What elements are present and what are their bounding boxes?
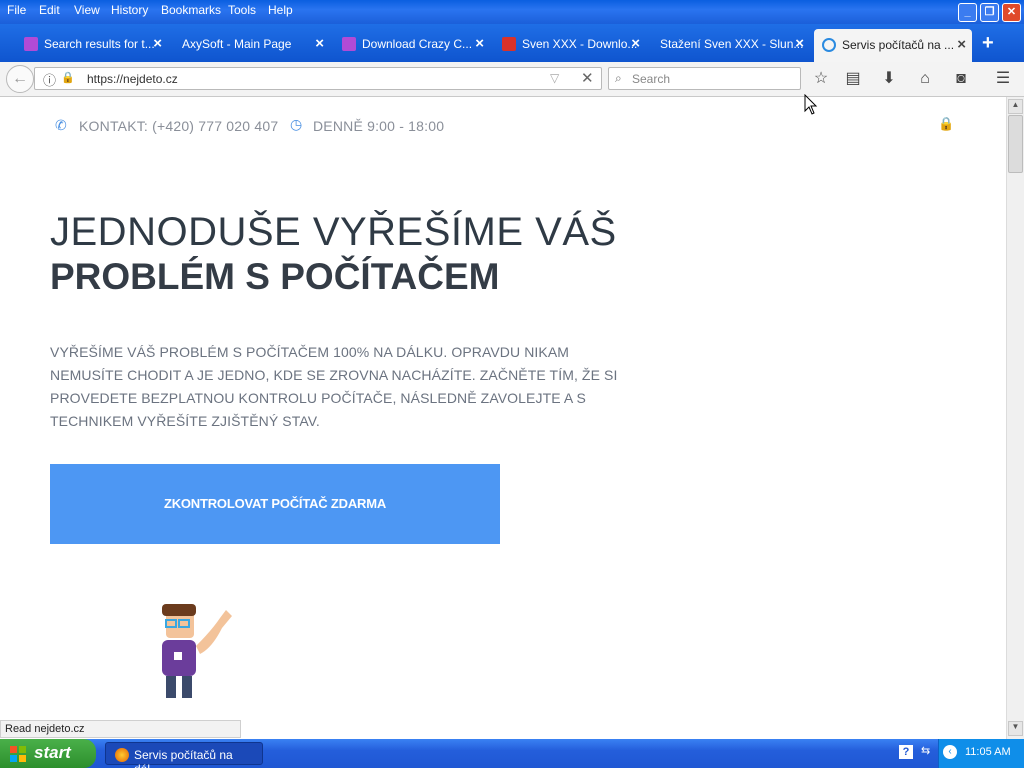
close-window-button[interactable]: ✕ [1002,3,1021,22]
reading-list-icon[interactable]: ▤ [842,68,864,90]
tab-label: Download Crazy C... [362,37,473,51]
search-icon: ⌕ [615,71,622,85]
close-tab-icon[interactable]: × [315,35,324,52]
menu-tools[interactable]: Tools [228,3,256,17]
contact-text: KONTAKT: (+420) 777 020 407 [79,118,279,134]
tab-axysoft[interactable]: AxySoft - Main Page × [170,30,330,58]
minimize-button[interactable]: _ [958,3,977,22]
tab-favicon-icon [24,37,38,51]
tab-label: Stažení Sven XXX - Slun... [660,37,804,51]
url-text[interactable]: https://nejdeto.cz [87,72,178,86]
stop-icon[interactable]: ✕ [581,69,594,87]
tray-expand-icon[interactable]: ‹ [943,745,957,759]
menu-file[interactable]: File [7,3,26,17]
tab-label: AxySoft - Main Page [182,37,292,51]
tab-search-results[interactable]: Search results for t... × [16,30,168,58]
technician-illustration [162,604,232,698]
close-tab-icon[interactable]: × [153,35,162,52]
start-label: start [34,743,71,762]
menu-view[interactable]: View [74,3,100,17]
tab-download-crazy[interactable]: Download Crazy C... × [334,30,490,58]
new-tab-icon[interactable]: + [982,32,994,55]
status-text: Read nejdeto.cz [0,720,241,738]
close-tab-icon[interactable]: × [631,35,640,52]
home-icon[interactable]: ⌂ [914,68,936,90]
tab-label: Search results for t... [44,37,155,51]
bookmark-star-icon[interactable]: ☆ [810,68,832,90]
vertical-scrollbar[interactable]: ▲ ▼ [1006,97,1024,739]
firefox-icon [115,748,129,762]
clock-text: 11:05 AM [965,746,1011,758]
close-tab-icon[interactable]: × [957,36,966,53]
hero-paragraph: VYŘEŠÍME VÁŠ PROBLÉM S POČÍTAČEM 100% NA… [50,344,618,429]
tab-favicon-icon [502,37,516,51]
clock-icon: ◷ [290,116,303,132]
phone-icon: ✆ [55,117,67,133]
download-icon[interactable]: ⬇ [878,68,900,90]
dropdown-arrow-icon[interactable]: ▽ [550,71,559,85]
tab-servis-pocitacu[interactable]: Servis počítačů na ... × [814,29,972,62]
mouse-cursor-icon [804,94,818,115]
hero-heading-line2: PROBLÉM S POČÍTAČEM [50,256,500,297]
back-icon[interactable]: ← [6,65,34,93]
menu-history[interactable]: History [111,3,148,17]
search-box[interactable]: ⌕ Search [608,67,801,90]
tab-favicon-icon [342,37,356,51]
taskbar-item-label: Servis počítačů na dál... [134,748,233,776]
menu-help[interactable]: Help [268,3,293,17]
loading-spinner-icon [822,38,836,52]
address-bar[interactable]: ⓘ 🔒 https://nejdeto.cz ▽ ✕ [34,67,602,90]
info-icon[interactable]: ⓘ [43,70,56,89]
title-bar [0,0,1024,24]
scroll-up-icon[interactable]: ▲ [1008,99,1023,114]
hamburger-menu-icon[interactable]: ☰ [992,68,1014,90]
scroll-down-icon[interactable]: ▼ [1008,721,1023,736]
help-icon[interactable]: ? [899,745,913,759]
pocket-icon[interactable]: ◙ [950,68,972,90]
search-placeholder: Search [632,72,671,86]
scrollbar-thumb[interactable] [1008,115,1023,173]
taskbar-firefox-item[interactable]: Servis počítačů na dál... [105,742,263,776]
close-tab-icon[interactable]: × [475,35,484,52]
insecure-lock-icon[interactable]: 🔒 [61,71,75,84]
start-button[interactable]: start [0,739,96,768]
windows-logo-icon [9,745,27,763]
hours-text: DENNĚ 9:00 - 18:00 [313,118,445,134]
menu-edit[interactable]: Edit [39,3,60,17]
tab-label: Sven XXX - Downlo... [522,37,638,51]
hero-heading-line1: JEDNODUŠE VYŘEŠÍME VÁŠ [50,210,617,254]
menu-bookmarks[interactable]: Bookmarks [161,3,221,17]
network-icon[interactable]: ⇆ [921,744,930,757]
close-tab-icon[interactable]: × [795,35,804,52]
tab-sven-download[interactable]: Sven XXX - Downlo... × [494,30,646,58]
maximize-button[interactable]: ❐ [980,3,999,22]
check-computer-button[interactable]: ZKONTROLOVAT POČÍTAČ ZDARMA [50,464,500,544]
login-lock-icon[interactable]: 🔒 [938,116,954,132]
tab-label: Servis počítačů na ... [842,38,955,52]
system-tray: ? ⇆ ‹ 11:05 AM [899,739,1024,768]
tab-stazeni-sven[interactable]: Stažení Sven XXX - Slun... × [650,30,810,58]
